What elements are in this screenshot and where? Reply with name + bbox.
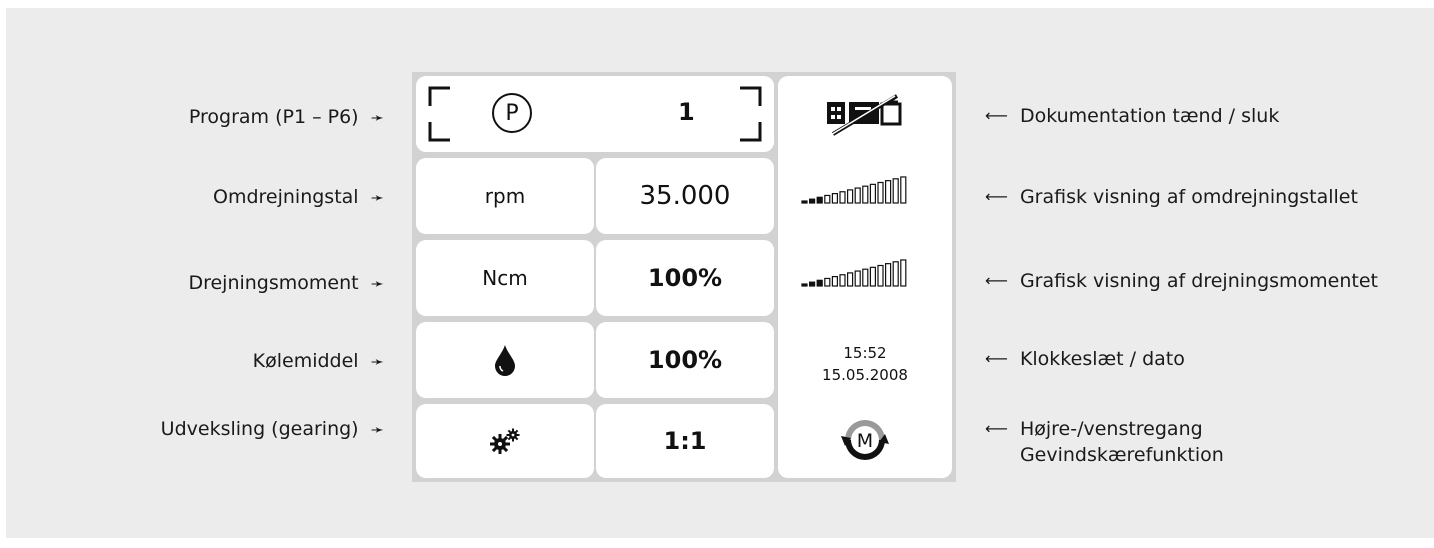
torque-value: 100% <box>647 264 723 292</box>
arrow-left-icon: ⟵ <box>985 106 1008 125</box>
torque-graph-label: ⟵ Grafisk visning af drejningsmomentet <box>985 268 1378 294</box>
rotation-mode-icon[interactable]: M <box>841 416 889 464</box>
speed-value: 35.000 <box>639 181 731 211</box>
bar-segment <box>846 272 854 287</box>
coolant-icon-cell <box>416 322 594 398</box>
bar-segment <box>816 196 823 204</box>
coolant-label-text: Kølemiddel <box>252 350 359 372</box>
torque-label-text: Drejningsmoment <box>188 272 359 294</box>
gearing-value-cell[interactable]: 1:1 <box>596 404 774 478</box>
date-value: 15.05.2008 <box>822 366 908 384</box>
gearing-label: Udveksling (gearing) ➛ <box>161 414 384 444</box>
arrow-right-icon: ➛ <box>370 351 384 371</box>
program-bracket-frame <box>428 86 762 142</box>
speed-label: Omdrejningstal ➛ <box>213 182 384 212</box>
torque-graph-label-text: Grafisk visning af drejningsmomentet <box>1019 270 1378 292</box>
drop-icon <box>495 345 515 376</box>
program-cell[interactable]: P 1 <box>416 76 774 152</box>
bar-segment <box>801 283 808 287</box>
rotation-label: ⟵ Højre-/venstregang Gevindskærefunktion <box>985 416 1224 468</box>
speed-unit: rpm <box>484 184 526 208</box>
rotation-label-line2: Gevindskærefunktion <box>1019 444 1224 466</box>
torque-label: Drejningsmoment ➛ <box>188 268 384 298</box>
time-value: 15:52 <box>843 344 887 362</box>
bar-segment <box>809 198 816 204</box>
rotation-label-line1: Højre-/venstregang <box>1019 418 1203 440</box>
arrow-right-icon: ➛ <box>370 187 384 207</box>
bar-segment <box>862 268 869 287</box>
gears-icon <box>490 428 520 454</box>
arrow-left-icon: ⟵ <box>985 187 1008 206</box>
clock-label: ⟵ Klokkeslæt / dato <box>985 346 1185 372</box>
mode-symbol: M <box>857 430 873 452</box>
speed-label-text: Omdrejningstal <box>213 186 359 208</box>
arrow-right-icon: ➛ <box>370 273 384 293</box>
program-circle-icon: P <box>492 93 532 133</box>
torque-unit-cell: Ncm <box>416 240 594 316</box>
torque-bar-graph-icon <box>801 259 907 287</box>
program-label: Program (P1 – P6) ➛ <box>189 102 384 132</box>
coolant-label: Kølemiddel ➛ <box>253 346 384 376</box>
bar-segment <box>824 277 831 287</box>
clock-display[interactable]: 15:52 15.05.2008 <box>778 342 952 386</box>
speed-unit-cell: rpm <box>416 158 594 234</box>
bar-segment <box>801 200 808 204</box>
bar-segment <box>869 183 877 204</box>
coolant-value-cell[interactable]: 100% <box>596 322 774 398</box>
documentation-label-text: Dokumentation tænd / sluk <box>1019 105 1280 127</box>
speed-value-cell[interactable]: 35.000 <box>596 158 774 234</box>
coolant-value: 100% <box>647 346 723 374</box>
bar-segment <box>831 193 839 204</box>
bar-segment <box>831 276 839 287</box>
speed-bar-graph-icon <box>801 176 907 204</box>
bar-segment <box>877 181 884 204</box>
arrow-right-icon: ➛ <box>370 419 384 439</box>
bar-segment <box>892 261 899 287</box>
bar-segment <box>839 274 846 287</box>
bar-segment <box>846 189 854 204</box>
bar-segment <box>839 191 846 204</box>
bar-segment <box>877 264 884 287</box>
rotation-label-text: Højre-/venstregang Gevindskærefunktion <box>1020 416 1224 468</box>
bar-segment <box>809 281 816 287</box>
torque-value-cell[interactable]: 100% <box>596 240 774 316</box>
bar-segment <box>900 176 907 204</box>
documentation-label: ⟵ Dokumentation tænd / sluk <box>985 103 1279 129</box>
torque-unit: Ncm <box>482 266 528 290</box>
speed-graph-label: ⟵ Grafisk visning af omdrejningstallet <box>985 184 1358 210</box>
status-column: 15:52 15.05.2008 M <box>778 76 952 478</box>
bar-segment <box>892 178 899 204</box>
bar-segment <box>900 259 907 287</box>
arrow-left-icon: ⟵ <box>985 349 1008 368</box>
arrow-right-icon: ➛ <box>370 107 384 127</box>
arrow-left-icon: ⟵ <box>985 271 1008 290</box>
program-value: 1 <box>678 98 695 126</box>
program-label-text: Program (P1 – P6) <box>188 106 359 128</box>
speed-graph-label-text: Grafisk visning af omdrejningstallet <box>1019 186 1358 208</box>
bar-segment <box>824 194 831 204</box>
bar-segment <box>854 187 861 204</box>
program-symbol: P <box>505 100 519 126</box>
gear-value: 1:1 <box>663 427 707 455</box>
display-panel: P 1 rpm 35.000 Ncm 100% 100% 1:1 15:52 1… <box>412 72 956 482</box>
bar-segment <box>862 185 869 204</box>
bar-segment <box>869 266 877 287</box>
gearing-icon-cell <box>416 404 594 478</box>
clock-label-text: Klokkeslæt / dato <box>1019 348 1185 370</box>
arrow-left-icon: ⟵ <box>985 419 1008 438</box>
bar-segment <box>884 263 892 287</box>
bar-segment <box>884 180 892 204</box>
bar-segment <box>816 279 823 287</box>
documentation-off-icon[interactable] <box>825 94 905 138</box>
gearing-label-text: Udveksling (gearing) <box>160 418 359 440</box>
bar-segment <box>854 270 861 287</box>
